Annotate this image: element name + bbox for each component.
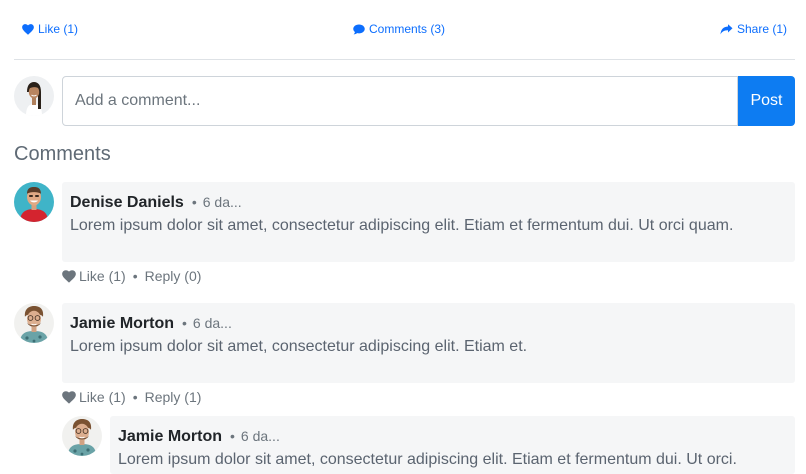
comment-icon	[353, 24, 365, 34]
comment-header: Jamie Morton • 6 da...	[70, 315, 232, 333]
current-user-avatar	[14, 76, 54, 116]
comments-label: Comments (3)	[369, 22, 446, 36]
comment-time: 6 da...	[192, 315, 232, 331]
post-action-bar: Like (1) Comments (3) Share (1)	[0, 0, 806, 60]
share-label: Share (1)	[737, 22, 788, 36]
comment-input[interactable]	[62, 76, 738, 126]
share-icon	[720, 23, 733, 34]
comment-like-button[interactable]: Like (1)	[62, 268, 126, 284]
comment-time: 6 da...	[240, 428, 280, 444]
avatar	[14, 303, 54, 343]
comment-text: Lorem ipsum dolor sit amet, consectetur …	[70, 338, 528, 355]
comment-author[interactable]: Jamie Morton	[70, 315, 174, 333]
reply-bubble: Jamie Morton • 6 da... Lorem ipsum dolor…	[110, 416, 795, 474]
dot-separator: •	[191, 194, 197, 210]
comment-composer: Post	[14, 76, 795, 126]
comment-header: Denise Daniels • 6 da...	[70, 194, 242, 212]
comment-reply-button[interactable]: Reply (1)	[145, 389, 202, 405]
comment-like-label: Like (1)	[79, 389, 126, 405]
comment-time: 6 da...	[202, 194, 242, 210]
comment-like-button[interactable]: Like (1)	[62, 389, 126, 405]
comment-actions: Like (1) • Reply (1)	[62, 389, 201, 405]
avatar	[14, 182, 54, 222]
comment-author[interactable]: Denise Daniels	[70, 194, 184, 212]
comment-text: Lorem ipsum dolor sit amet, consectetur …	[118, 451, 737, 468]
post-button[interactable]: Post	[738, 76, 795, 126]
dot-separator: •	[230, 428, 235, 444]
comment-bubble: Jamie Morton • 6 da... Lorem ipsum dolor…	[62, 303, 795, 383]
comment-reply-button[interactable]: Reply (0)	[145, 268, 202, 284]
avatar	[62, 416, 102, 456]
heart-icon	[62, 269, 76, 283]
comment-text: Lorem ipsum dolor sit amet, consectetur …	[70, 217, 734, 234]
divider	[14, 59, 795, 60]
dot-separator: •	[132, 389, 138, 405]
comment-author[interactable]: Jamie Morton	[118, 428, 222, 446]
comment-header: Jamie Morton • 6 da...	[118, 428, 280, 446]
comment-actions: Like (1) • Reply (0)	[62, 268, 201, 284]
share-button[interactable]: Share (1)	[720, 22, 787, 36]
dot-separator: •	[132, 268, 138, 284]
comments-button[interactable]: Comments (3)	[353, 22, 445, 36]
comment-like-label: Like (1)	[79, 268, 126, 284]
dot-separator: •	[182, 315, 187, 331]
heart-icon	[62, 390, 76, 404]
heart-icon	[22, 23, 34, 35]
like-post-button[interactable]: Like (1)	[22, 22, 78, 36]
like-post-label: Like (1)	[38, 22, 79, 36]
comments-heading: Comments	[14, 143, 111, 165]
comment-bubble: Denise Daniels • 6 da... Lorem ipsum dol…	[62, 182, 795, 262]
